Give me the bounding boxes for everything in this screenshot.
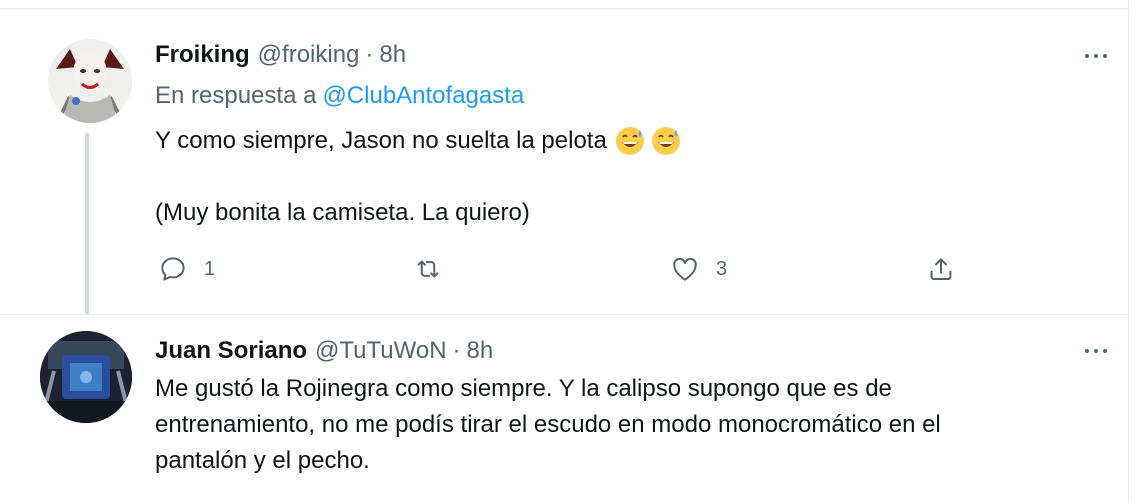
timestamp[interactable]: 8h xyxy=(379,41,406,69)
handle[interactable]: @froiking xyxy=(258,41,360,69)
tweet-header: Froiking @froiking · 8h xyxy=(155,41,406,69)
retweet-icon xyxy=(417,260,439,278)
timeline-right-border xyxy=(1128,0,1129,502)
tweet-text: (Muy bonita la camiseta. La quiero) xyxy=(155,199,530,226)
avatar[interactable] xyxy=(48,39,132,123)
avatar[interactable] xyxy=(40,331,132,423)
tweet-froiking[interactable]: Froiking @froiking · 8h En respuesta a @C… xyxy=(0,9,1128,315)
grinning-face-with-sweat-icon xyxy=(651,127,680,155)
reply-mention-link[interactable]: @ClubAntofagasta xyxy=(322,82,524,109)
share-button[interactable] xyxy=(926,254,956,284)
tweet-text-line: entrenamiento, no me podís tirar el escu… xyxy=(155,411,941,438)
more-horizontal-icon[interactable] xyxy=(1078,46,1114,66)
tweet-actions: 1 3 xyxy=(0,250,1128,290)
tweet-header: Juan Soriano @TuTuWoN · 8h xyxy=(155,337,493,365)
tweet-text: Y como siempre, Jason no suelta la pelot… xyxy=(155,127,607,154)
retweet-button[interactable] xyxy=(413,254,459,284)
separator-dot: · xyxy=(452,337,461,364)
reply-context: En respuesta a @ClubAntofagasta xyxy=(155,82,524,110)
separator-dot: · xyxy=(365,41,374,68)
tweet-text-line: pantalón y el pecho. xyxy=(155,447,370,474)
reply-prefix: En respuesta a xyxy=(155,82,317,109)
tweet-text-line: Me gustó la Rojinegra como siempre. Y la… xyxy=(155,375,892,402)
timestamp[interactable]: 8h xyxy=(467,337,494,365)
handle[interactable]: @TuTuWoN xyxy=(315,337,447,365)
display-name[interactable]: Juan Soriano xyxy=(155,337,307,365)
reply-button[interactable]: 1 xyxy=(158,254,215,284)
reply-bubble-icon xyxy=(161,257,185,281)
tweet-text-line: Y como siempre, Jason no suelta la pelot… xyxy=(155,123,681,159)
tweet-juan-soriano[interactable]: Juan Soriano @TuTuWoN · 8h Me gustó la R… xyxy=(0,315,1128,502)
heart-icon xyxy=(673,257,697,281)
like-button[interactable]: 3 xyxy=(670,254,727,284)
display-name[interactable]: Froiking xyxy=(155,41,250,69)
grinning-face-with-sweat-icon xyxy=(615,127,644,155)
share-icon xyxy=(930,258,952,280)
like-count: 3 xyxy=(716,257,728,280)
more-horizontal-icon[interactable] xyxy=(1078,341,1114,361)
reply-count: 1 xyxy=(204,257,216,280)
tweet-text: Me gustó la Rojinegra como siempre. Y la… xyxy=(155,371,941,479)
